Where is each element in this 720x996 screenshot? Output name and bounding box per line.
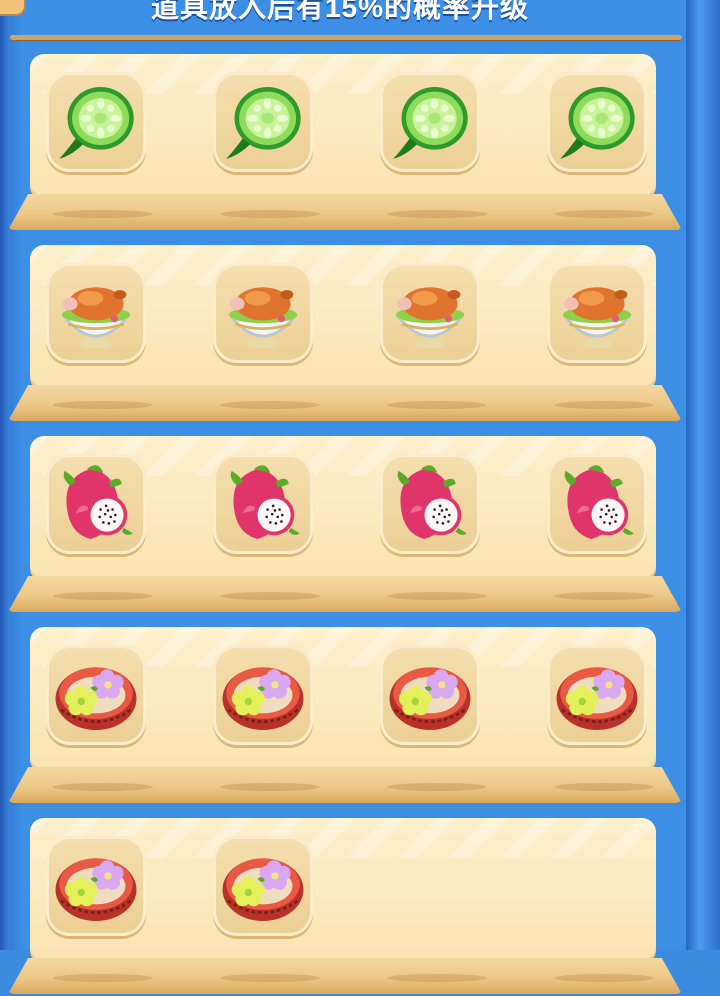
item-slot[interactable]: [213, 645, 313, 745]
slot-shadow: [220, 783, 320, 791]
flower-cake-box-icon: [50, 840, 142, 932]
item-slot[interactable]: [547, 72, 647, 172]
lime-half-icon: [217, 76, 309, 168]
roast-chicken-bowl-icon: [384, 267, 476, 359]
item-slot[interactable]: [380, 454, 480, 554]
item-slot[interactable]: [46, 263, 146, 363]
slot-shadow: [387, 974, 487, 982]
flower-cake-box-icon: [50, 649, 142, 741]
shelf-1: [8, 54, 682, 232]
lime-half-icon: [551, 76, 643, 168]
shelf-5: [8, 818, 682, 996]
slot-shadow: [387, 783, 487, 791]
roast-chicken-bowl-icon: [217, 267, 309, 359]
shelf-4: [8, 627, 682, 805]
item-slot[interactable]: [380, 645, 480, 745]
item-slot[interactable]: [213, 263, 313, 363]
item-slot[interactable]: [380, 263, 480, 363]
scrollbar[interactable]: [686, 0, 720, 950]
flower-cake-box-icon: [551, 649, 643, 741]
slot-shadow: [220, 210, 320, 218]
slot-shadow: [220, 974, 320, 982]
item-slot[interactable]: [213, 454, 313, 554]
item-slot[interactable]: [46, 72, 146, 172]
slot-shadow: [220, 401, 320, 409]
item-slot[interactable]: [547, 454, 647, 554]
slot-shadow: [53, 210, 153, 218]
slot-shadow: [554, 401, 654, 409]
lime-half-icon: [50, 76, 142, 168]
item-slot[interactable]: [213, 836, 313, 936]
item-slot[interactable]: [380, 72, 480, 172]
slot-shadow: [220, 592, 320, 600]
slot-shadow: [554, 974, 654, 982]
dragon-fruit-icon: [384, 458, 476, 550]
panel-title: 道具放入后有15%的概率升级: [150, 0, 530, 23]
slot-shadow: [387, 592, 487, 600]
item-slot[interactable]: [213, 72, 313, 172]
roast-chicken-bowl-icon: [551, 267, 643, 359]
roast-chicken-bowl-icon: [50, 267, 142, 359]
dragon-fruit-icon: [551, 458, 643, 550]
item-slot[interactable]: [46, 836, 146, 936]
slot-shadow: [53, 974, 153, 982]
item-slot[interactable]: [46, 454, 146, 554]
lime-half-icon: [384, 76, 476, 168]
slot-shadow: [387, 401, 487, 409]
shelf-3: [8, 436, 682, 614]
item-slot[interactable]: [46, 645, 146, 745]
dragon-fruit-icon: [50, 458, 142, 550]
slot-shadow: [554, 592, 654, 600]
slot-shadow: [554, 783, 654, 791]
slot-shadow: [387, 210, 487, 218]
flower-cake-box-icon: [384, 649, 476, 741]
slot-shadow: [554, 210, 654, 218]
header-divider: [10, 35, 682, 40]
item-slot[interactable]: [547, 645, 647, 745]
item-slot[interactable]: [547, 263, 647, 363]
slot-shadow: [53, 783, 153, 791]
flower-cake-box-icon: [217, 840, 309, 932]
shelf-2: [8, 245, 682, 423]
slot-shadow: [53, 401, 153, 409]
flower-cake-box-icon: [217, 649, 309, 741]
slot-shadow: [53, 592, 153, 600]
dragon-fruit-icon: [217, 458, 309, 550]
